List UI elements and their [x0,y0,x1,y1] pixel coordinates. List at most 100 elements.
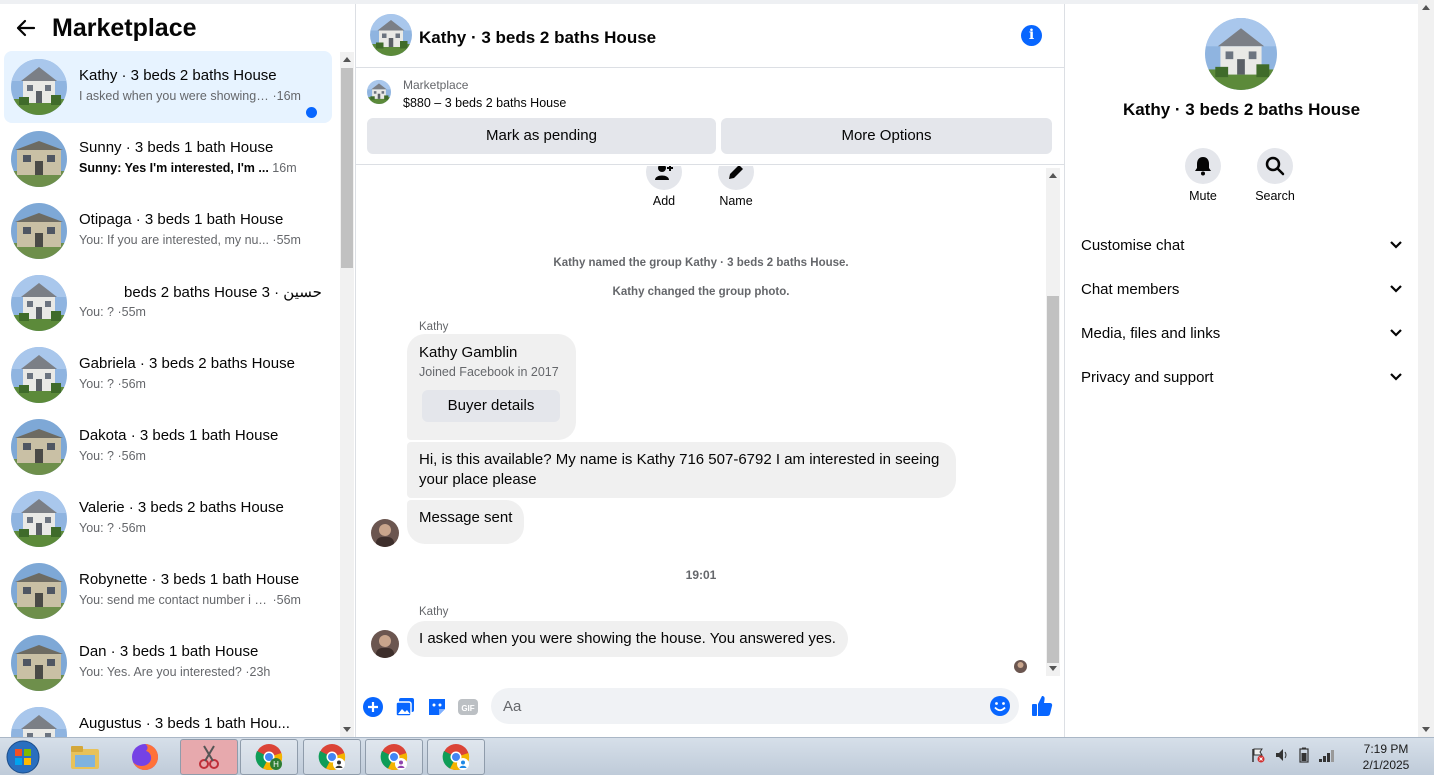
more-options-button[interactable]: More Options [721,118,1052,154]
conversation-item[interactable]: Dakota · 3 beds 1 bath House You: ? ·56m [4,411,332,483]
scroll-down-arrow-icon[interactable] [1422,727,1430,732]
name-label: Name [719,194,753,208]
bell-icon[interactable] [1185,148,1221,184]
chrome-profile-blue-icon[interactable] [427,739,485,775]
chat-header: Kathy · 3 beds 2 baths House i [356,4,1064,68]
scroll-up-arrow-icon[interactable] [343,57,351,62]
conversation-name: Dakota · 3 beds 1 bath House [79,427,279,444]
section-chat-members[interactable]: Chat members [1081,269,1403,309]
like-icon[interactable] [1030,694,1054,718]
conversation-name: Gabriela · 3 beds 2 baths House [79,355,295,372]
section-privacy-support[interactable]: Privacy and support [1081,357,1403,397]
messenger-app: Marketplace Kathy · 3 beds 2 baths House… [0,0,1434,737]
file-explorer-icon[interactable] [56,739,114,775]
conversation-item[interactable]: Valerie · 3 beds 2 baths House You: ? ·5… [4,483,332,555]
action-center-flag-icon[interactable] [1250,747,1266,768]
message-composer: GIF [356,684,1064,728]
add-person-icon[interactable] [646,166,682,190]
chrome-profile-user-icon[interactable] [303,739,361,775]
seen-avatar-icon [1014,660,1027,673]
conversation-name: Valerie · 3 beds 2 baths House [79,499,284,516]
svg-text:H: H [273,760,279,769]
name-group-action[interactable]: Name [706,166,766,208]
message-bubble[interactable]: Hi, is this available? My name is Kathy … [407,442,956,498]
back-arrow-icon[interactable] [0,4,52,52]
conversation-snippet: You: ? ·56m [79,449,146,463]
sender-name: Kathy [419,321,449,333]
conversation-thumbnail [11,347,67,403]
section-customise-chat[interactable]: Customise chat [1081,225,1403,265]
scroll-down-arrow-icon[interactable] [343,727,351,732]
conversation-snippet: You: send me contact number i w... ·56m [79,593,301,607]
sender-avatar[interactable] [371,519,399,547]
battery-icon[interactable] [1298,747,1310,768]
info-icon[interactable]: i [1021,25,1042,46]
unread-dot-icon [306,107,317,118]
message-bubble[interactable]: Message sent [407,500,525,544]
volume-icon[interactable] [1274,747,1290,768]
mute-action[interactable]: Mute [1173,148,1233,203]
thread-scrollbar[interactable] [1046,168,1060,676]
conversation-item[interactable]: Otipaga · 3 beds 1 bath House You: If yo… [4,195,332,267]
conversation-snippet: You: If you are interested, my nu... ·55… [79,233,301,247]
conversation-thumbnail [11,59,67,115]
mark-as-pending-button[interactable]: Mark as pending [367,118,716,154]
sidebar-title: Marketplace [52,13,197,42]
plus-icon[interactable] [362,696,384,718]
taskbar-clock[interactable]: 7:19 PM 2/1/2025 [1352,741,1420,773]
add-member-action[interactable]: Add [634,166,694,208]
network-signal-icon[interactable] [1318,747,1336,768]
listing-thumbnail[interactable] [367,80,391,104]
conversation-item[interactable]: Augustus · 3 beds 1 bath Hou... [4,699,332,737]
conversation-thumbnail [11,563,67,619]
section-media-files-links[interactable]: Media, files and links [1081,313,1403,353]
conversation-name: حسين · 3 beds 2 baths House [124,284,322,301]
chrome-profile-h-icon[interactable]: H [240,739,298,775]
conversation-item[interactable]: Kathy · 3 beds 2 baths House I asked whe… [4,51,332,123]
snipping-tool-icon[interactable] [180,739,238,775]
chrome-profile-purple-icon[interactable] [365,739,423,775]
pencil-icon[interactable] [718,166,754,190]
chat-avatar[interactable] [370,14,412,56]
conversation-item[interactable]: Sunny · 3 beds 1 bath House Sunny: Yes I… [4,123,332,195]
scroll-up-arrow-icon[interactable] [1422,5,1430,10]
conversation-item[interactable]: حسين · 3 beds 2 baths House You: ? ·55m [4,267,332,339]
conversation-thumbnail [11,131,67,187]
firefox-icon[interactable] [116,739,174,775]
section-label: Media, files and links [1081,324,1221,342]
buyer-details-button[interactable]: Buyer details [422,390,560,422]
scrollbar-thumb[interactable] [1047,296,1059,663]
conversation-name: Augustus · 3 beds 1 bath Hou... [79,715,290,732]
message-input-box[interactable] [491,688,1019,724]
conversation-thumbnail [11,419,67,475]
conversation-item[interactable]: Robynette · 3 beds 1 bath House You: sen… [4,555,332,627]
conversation-snippet: You: ? ·55m [79,305,146,319]
conversation-item[interactable]: Gabriela · 3 beds 2 baths House You: ? ·… [4,339,332,411]
conversation-thumbnail [11,203,67,259]
photo-icon[interactable] [394,696,416,718]
emoji-icon[interactable] [989,695,1011,717]
search-icon[interactable] [1257,148,1293,184]
conversation-sidebar: Marketplace Kathy · 3 beds 2 baths House… [0,4,356,737]
sender-avatar[interactable] [371,630,399,658]
search-action[interactable]: Search [1245,148,1305,203]
scroll-down-arrow-icon[interactable] [1049,666,1057,671]
conversation-name: Kathy · 3 beds 2 baths House [79,67,277,84]
message-input[interactable] [491,688,971,724]
conversation-item[interactable]: Dan · 3 beds 1 bath House You: Yes. Are … [4,627,332,699]
start-button-icon[interactable] [2,739,44,775]
gif-icon[interactable]: GIF [457,696,479,718]
scroll-up-arrow-icon[interactable] [1049,173,1057,178]
chat-info-avatar[interactable] [1205,18,1277,90]
message-bubble[interactable]: I asked when you were showing the house.… [407,621,848,657]
listing-price[interactable]: $880 – 3 beds 2 baths House [403,96,566,110]
chat-panel: Kathy · 3 beds 2 baths House i Marketpla… [356,4,1065,737]
chevron-down-icon [1389,369,1403,386]
scrollbar-thumb[interactable] [341,68,353,268]
chat-title[interactable]: Kathy · 3 beds 2 baths House [419,28,656,48]
conversation-thumbnail [11,275,67,331]
page-scrollbar[interactable] [1418,0,1434,737]
sticker-icon[interactable] [426,696,448,718]
mute-label: Mute [1189,189,1217,203]
sidebar-scrollbar[interactable] [340,52,354,737]
